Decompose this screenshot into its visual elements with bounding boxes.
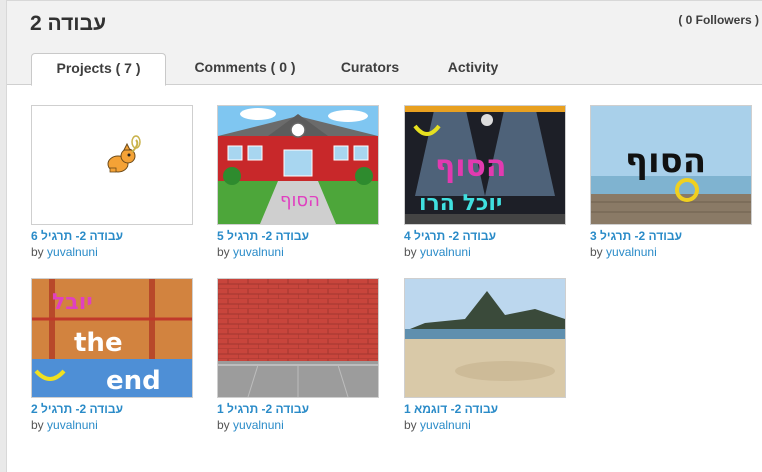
project-author[interactable]: yuvalnuni	[233, 245, 284, 259]
svg-text:the: the	[74, 328, 123, 358]
project-title[interactable]: עבודה 2- תרגיל 5	[217, 229, 309, 243]
project-author[interactable]: yuvalnuni	[606, 245, 657, 259]
project-byline: by yuvalnuni	[404, 418, 471, 432]
tab-projects[interactable]: Projects ( 7 )	[31, 53, 166, 86]
project-author[interactable]: yuvalnuni	[420, 418, 471, 432]
project-card: הסוף עבודה 2- תרגיל 5 by yuvalnuni	[217, 105, 379, 259]
project-author[interactable]: yuvalnuni	[420, 245, 471, 259]
project-byline: by yuvalnuni	[217, 245, 284, 259]
project-byline: by yuvalnuni	[31, 245, 98, 259]
project-card: הסוף יוכל הרו עבודה 2- תרגיל 4 by yuvaln…	[404, 105, 566, 259]
project-byline: by yuvalnuni	[590, 245, 657, 259]
project-title[interactable]: עבודה 2- תרגיל 6	[31, 229, 123, 243]
tab-activity[interactable]: Activity	[432, 53, 514, 84]
project-author[interactable]: yuvalnuni	[47, 418, 98, 432]
project-thumbnail[interactable]: הסוף יוכל הרו	[404, 105, 566, 225]
project-title[interactable]: עבודה 2- תרגיל 1	[217, 402, 309, 416]
project-card: יובל the end עבודה 2- תרגיל 2 by yuvalnu…	[31, 278, 193, 432]
project-thumbnail[interactable]: הסוף	[217, 105, 379, 225]
project-thumbnail[interactable]: הסוף	[590, 105, 752, 225]
project-title[interactable]: עבודה 2- דוגמא 1	[404, 402, 498, 416]
project-card: הסוף עבודה 2- תרגיל 3 by yuvalnuni	[590, 105, 752, 259]
project-author[interactable]: yuvalnuni	[233, 418, 284, 432]
project-card: עבודה 2- תרגיל 1 by yuvalnuni	[217, 278, 379, 432]
project-byline: by yuvalnuni	[404, 245, 471, 259]
gallery-panel: עבודה 2 ( 0 Followers ) Projects ( 7 ) C…	[6, 0, 762, 472]
tab-comments[interactable]: Comments ( 0 )	[175, 53, 315, 84]
project-title[interactable]: עבודה 2- תרגיל 4	[404, 229, 496, 243]
followers-count[interactable]: ( 0 Followers )	[678, 13, 759, 27]
project-byline: by yuvalnuni	[31, 418, 98, 432]
project-thumbnail[interactable]	[31, 105, 193, 225]
project-byline: by yuvalnuni	[217, 418, 284, 432]
svg-text:יוכל הרו: יוכל הרו	[419, 191, 502, 216]
svg-text:הסוף: הסוף	[625, 141, 706, 181]
svg-text:הסוף: הסוף	[435, 149, 507, 184]
svg-text:end: end	[106, 366, 161, 396]
project-card: עבודה 2- דוגמא 1 by yuvalnuni	[404, 278, 566, 432]
project-card: עבודה 2- תרגיל 6 by yuvalnuni	[31, 105, 193, 259]
project-thumbnail[interactable]	[217, 278, 379, 398]
project-title[interactable]: עבודה 2- תרגיל 3	[590, 229, 682, 243]
gallery-title: עבודה 2	[30, 12, 107, 35]
project-thumbnail[interactable]	[404, 278, 566, 398]
svg-text:הסוף: הסוף	[280, 190, 320, 211]
project-title[interactable]: עבודה 2- תרגיל 2	[31, 402, 123, 416]
svg-text:יובל: יובל	[52, 290, 93, 315]
project-thumbnail[interactable]: יובל the end	[31, 278, 193, 398]
project-author[interactable]: yuvalnuni	[47, 245, 98, 259]
gallery-header: עבודה 2 ( 0 Followers ) Projects ( 7 ) C…	[7, 1, 762, 86]
tab-curators[interactable]: Curators	[325, 53, 415, 84]
